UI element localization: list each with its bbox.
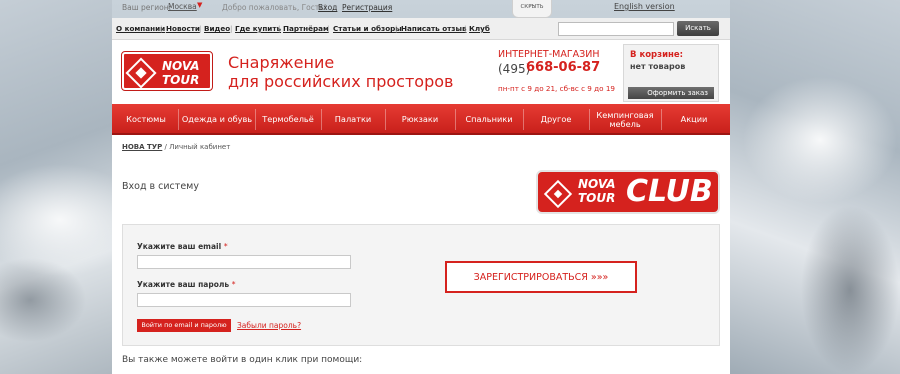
search-input[interactable] [558,22,674,36]
nav-divider [255,109,256,130]
breadcrumb: НОВА ТУР / Личный кабинет [122,143,230,151]
chevron-down-icon[interactable]: ▼ [197,1,202,9]
logo-mark-icon [125,57,157,89]
club-logo-mark-icon [543,179,573,209]
checkout-button[interactable]: Оформить заказ [628,87,714,99]
util-link-partners[interactable]: Партнёрам [283,24,329,33]
login-link[interactable]: Вход [318,3,337,12]
mountain-background-left [0,0,112,374]
util-link-review[interactable]: Написать отзыв [401,24,467,33]
tagline-line1: Снаряжение [228,53,335,72]
nav-item-suits[interactable]: Костюмы [116,104,176,135]
english-version-link[interactable]: English version [614,2,675,11]
top-line: Ваш регион: Москва ▼ Добро пожаловать, Г… [112,0,730,18]
working-hours: пн-пт с 9 до 21, сб-вс с 9 до 19 [498,84,615,93]
util-link-news[interactable]: Новости [166,24,200,33]
main-nav: Костюмы Одежда и обувь Термобельё Палатк… [112,104,730,135]
hide-header-tab[interactable]: ︿ СКРЫТЬ [512,0,552,18]
nova-tour-logo[interactable]: NOVA TOUR [121,51,213,91]
password-label: Укажите ваш пароль * [137,280,235,289]
nav-divider [455,109,456,130]
nav-item-sales[interactable]: Акции [663,104,725,135]
site-header: NOVA TOUR Снаряжение для российских прос… [112,40,730,104]
phone-number: 668-06-87 [526,60,601,75]
nav-divider [589,109,590,130]
nav-divider [523,109,524,130]
nav-divider [321,109,322,130]
region-label: Ваш регион: [122,3,172,12]
forgot-password-link[interactable]: Забыли пароль? [237,321,301,330]
register-button[interactable]: ЗАРЕГИСТРИРОВАТЬСЯ »»» [445,261,637,293]
main-column: О компании | Новости | Видео | Где купит… [112,18,730,374]
nav-item-thermal[interactable]: Термобельё [257,104,319,135]
cart-status: нет товаров [630,62,686,71]
breadcrumb-current: Личный кабинет [169,143,231,151]
nav-item-sleeping-bags[interactable]: Спальники [457,104,521,135]
nav-divider [385,109,386,130]
nova-tour-club-logo: NOVA TOUR CLUB [536,170,720,214]
page-title: Вход в систему [122,181,199,192]
nav-divider [178,109,179,130]
club-logo-nova: NOVA [578,177,616,191]
utility-nav: О компании | Новости | Видео | Где купит… [112,18,730,40]
required-mark: * [223,242,228,251]
nav-item-backpacks[interactable]: Рюкзаки [387,104,453,135]
separator: | [199,24,202,33]
email-label: Укажите ваш email * [137,242,228,251]
email-login-button[interactable]: Войти по email и паролю [137,319,231,332]
club-logo-tour: TOUR [578,191,616,205]
chevron-up-icon: ︿ [529,1,536,8]
required-mark: * [231,280,236,289]
email-label-text: Укажите ваш email [137,242,222,251]
separator: | [395,24,398,33]
tagline-line2: для российских просторов [228,72,454,91]
util-link-club[interactable]: Клуб [469,24,490,33]
logo-text-nova: NOVA [162,59,200,73]
nav-item-clothing[interactable]: Одежда и обувь [180,104,254,135]
one-click-login-text: Вы также можете войти в один клик при по… [122,355,363,365]
login-panel: Укажите ваш email * Укажите ваш пароль *… [122,224,720,346]
util-link-video[interactable]: Видео [204,24,230,33]
region-selector[interactable]: Москва [168,2,197,11]
util-link-about[interactable]: О компании [116,24,165,33]
separator: | [278,24,281,33]
separator: | [464,24,467,33]
nav-item-camping-furniture[interactable]: Кемпинговая мебель [591,104,659,135]
shop-label: ИНТЕРНЕТ-МАГАЗИН [498,49,600,60]
util-link-where-to-buy[interactable]: Где купить [235,24,281,33]
search-button[interactable]: Искать [677,21,719,36]
cart-widget: В корзине: нет товаров Оформить заказ [623,44,719,102]
separator: | [327,24,330,33]
welcome-text: Добро пожаловать, Гость! [222,3,327,12]
util-link-articles[interactable]: Статьи и обзоры [333,24,402,33]
breadcrumb-home[interactable]: НОВА ТУР [122,143,162,151]
nav-divider [661,109,662,130]
email-field[interactable] [137,255,351,269]
password-field[interactable] [137,293,351,307]
logo-text-tour: TOUR [162,73,200,87]
separator: | [230,24,233,33]
nav-item-other[interactable]: Другое [525,104,587,135]
password-label-text: Укажите ваш пароль [137,280,230,289]
register-link[interactable]: Регистрация [342,3,392,12]
nav-item-tents[interactable]: Палатки [323,104,383,135]
club-logo-word: CLUB [626,174,713,209]
separator: | [160,24,163,33]
cart-title: В корзине: [630,50,684,60]
mountain-background-right [730,0,900,374]
